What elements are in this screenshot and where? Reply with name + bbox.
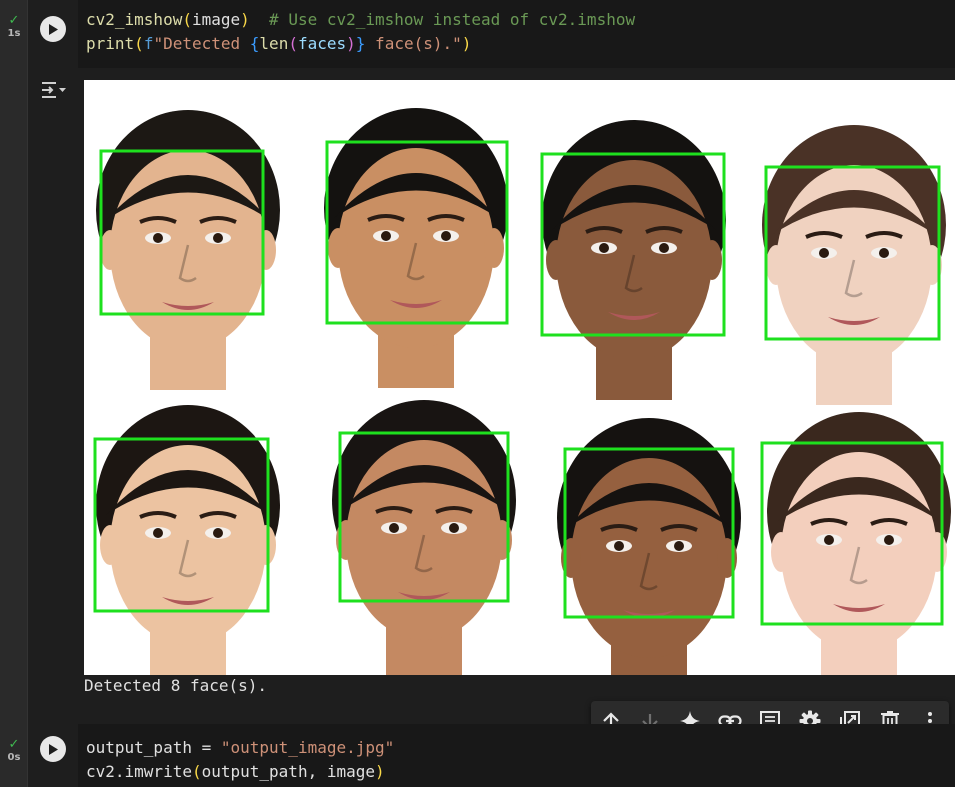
face-2 bbox=[324, 108, 508, 388]
run-cell-button[interactable] bbox=[40, 736, 66, 762]
cell-gutter bbox=[0, 0, 28, 724]
cell-output: Detected 8 face(s). bbox=[28, 68, 955, 724]
faces-image bbox=[93, 108, 951, 675]
execution-time: 0s bbox=[7, 752, 21, 763]
face-6 bbox=[332, 400, 516, 675]
code-line-1: output_path = "output_image.jpg" bbox=[86, 738, 395, 757]
execution-status: ✓ 0s bbox=[0, 738, 28, 764]
output-text: Detected 8 face(s). bbox=[84, 676, 268, 695]
play-icon bbox=[49, 743, 58, 755]
code-cell-2: ✓ 0s output_path = "output_image.jpg" cv… bbox=[0, 724, 955, 787]
execution-time: 1s bbox=[7, 28, 21, 39]
face-5 bbox=[96, 405, 280, 675]
face-3 bbox=[542, 120, 726, 400]
face-8 bbox=[767, 412, 951, 675]
code-line-2: cv2.imwrite(output_path, image) bbox=[86, 762, 385, 781]
output-actions-icon[interactable] bbox=[40, 78, 68, 102]
code-cell-1: ✓ 1s cv2_imshow(image) # Use cv2_imshow … bbox=[0, 0, 955, 724]
check-icon: ✓ bbox=[8, 13, 20, 28]
face-7 bbox=[557, 418, 741, 675]
execution-status: ✓ 1s bbox=[0, 14, 28, 40]
run-cell-button[interactable] bbox=[40, 16, 66, 42]
code-line-2: print(f"Detected {len(faces)} face(s).") bbox=[86, 34, 472, 53]
code-editor[interactable]: cv2_imshow(image) # Use cv2_imshow inste… bbox=[78, 0, 955, 68]
play-icon bbox=[49, 23, 58, 35]
code-editor[interactable]: output_path = "output_image.jpg" cv2.imw… bbox=[78, 724, 955, 787]
check-icon: ✓ bbox=[8, 737, 20, 752]
output-image bbox=[84, 80, 955, 675]
code-line-1: cv2_imshow(image) # Use cv2_imshow inste… bbox=[86, 10, 636, 29]
